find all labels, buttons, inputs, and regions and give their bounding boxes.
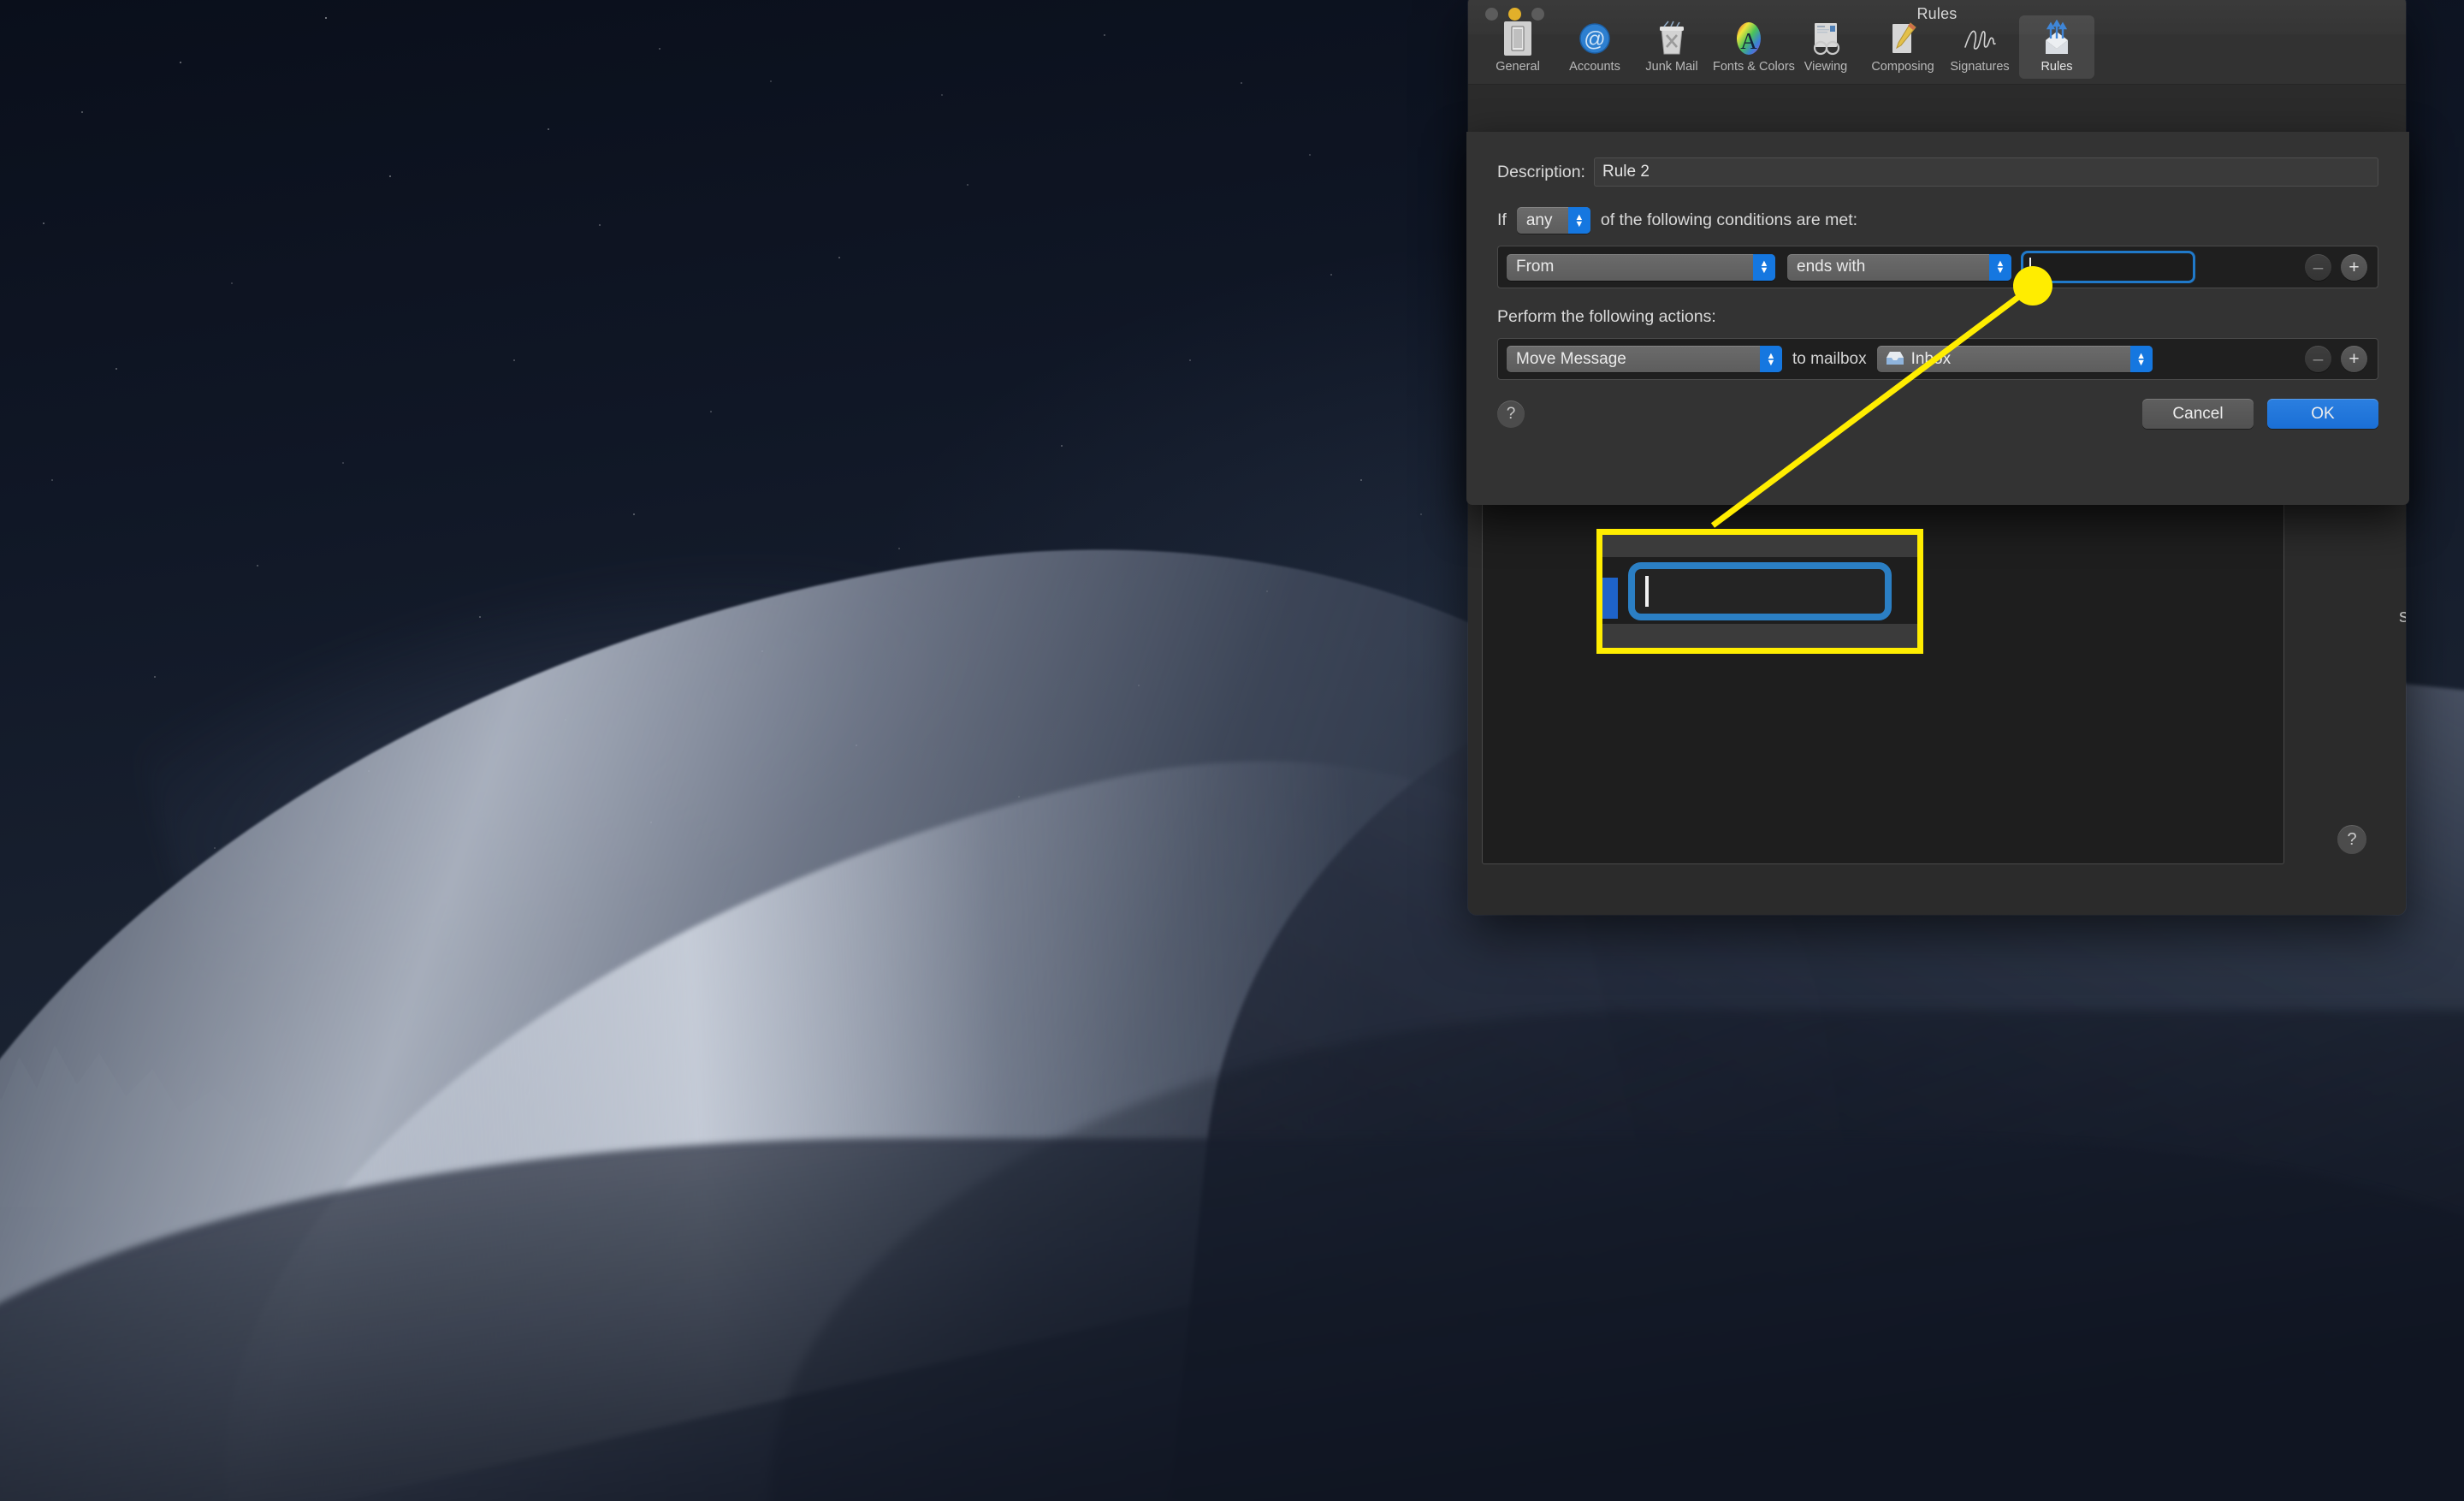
- chevron-updown-icon: ▲ ▼: [2129, 346, 2153, 372]
- add-action-button[interactable]: +: [2341, 346, 2367, 372]
- toolbar-item-rules[interactable]: Rules: [2019, 15, 2094, 79]
- action-type-value: Move Message: [1516, 349, 1626, 368]
- description-row: Description: Rule 2: [1497, 157, 2378, 187]
- to-mailbox-label: to mailbox: [1792, 349, 1867, 368]
- toolbar-label: Composing: [1871, 60, 1934, 74]
- toolbar-label: Fonts & Colors: [1713, 60, 1795, 74]
- remove-action-button[interactable]: –: [2305, 346, 2331, 372]
- inbox-tray-icon: [1885, 350, 1905, 367]
- toolbar-label: Junk Mail: [1645, 60, 1698, 74]
- callout-strip-top: [1602, 535, 1917, 557]
- condition-row-buttons: – +: [2305, 253, 2369, 281]
- toolbar-label: Signatures: [1950, 60, 2010, 74]
- condition-field-value: From: [1516, 258, 1555, 276]
- toolbar-label: General: [1496, 60, 1540, 74]
- edge-partial-glyph: s: [2399, 605, 2406, 626]
- sheet-button-row: ? Cancel OK: [1497, 399, 2378, 429]
- general-icon: [1482, 19, 1554, 58]
- condition-operator-value: ends with: [1797, 258, 1866, 276]
- chevron-updown-icon: ▲ ▼: [1567, 207, 1590, 234]
- toolbar-label: Rules: [2040, 60, 2073, 74]
- condition-text-input[interactable]: [2023, 253, 2193, 281]
- if-scope-popup[interactable]: any ▲ ▼: [1516, 207, 1590, 234]
- if-label: If: [1497, 211, 1507, 229]
- callout-magnifier: [1596, 529, 1923, 654]
- sheet-action-buttons: Cancel OK: [2142, 399, 2378, 429]
- action-row-buttons: – +: [2305, 346, 2369, 372]
- callout-adjacent-chevron: [1602, 578, 1618, 619]
- mailbox-value: Inbox: [1910, 349, 1952, 368]
- help-button[interactable]: ?: [2337, 825, 2366, 854]
- conditions-label: of the following conditions are met:: [1600, 211, 1858, 229]
- remove-condition-button[interactable]: –: [2305, 253, 2331, 281]
- toolbar-item-junk-mail[interactable]: Junk Mail: [1634, 15, 1709, 79]
- preferences-toolbar: General @ Accounts Junk Mail A Fonts & C…: [1468, 15, 2406, 84]
- text-caret: [2029, 258, 2031, 276]
- toolbar-item-accounts[interactable]: @ Accounts: [1557, 15, 1632, 79]
- color-wheel-icon: A: [1713, 19, 1785, 58]
- toolbar-item-viewing[interactable]: Viewing: [1788, 15, 1863, 79]
- condition-field-popup[interactable]: From ▲ ▼: [1507, 253, 1775, 281]
- actions-label: Perform the following actions:: [1497, 307, 1716, 326]
- callout-strip-bottom: [1602, 624, 1917, 648]
- callout-text-field[interactable]: [1635, 569, 1885, 614]
- chevron-updown-icon: ▲ ▼: [1989, 253, 2011, 281]
- actions-container: Move Message ▲ ▼ to mailbox Inbox ▲ ▼ – +: [1497, 338, 2378, 380]
- add-condition-button[interactable]: +: [2341, 253, 2367, 281]
- cancel-button[interactable]: Cancel: [2142, 399, 2254, 429]
- toolbar-item-composing[interactable]: Composing: [1865, 15, 1940, 79]
- chevron-updown-icon: ▲ ▼: [1753, 253, 1775, 281]
- ok-button[interactable]: OK: [2267, 399, 2378, 429]
- rule-edit-sheet: Description: Rule 2 If any ▲ ▼ of the fol…: [1466, 132, 2409, 505]
- callout-text-caret: [1645, 576, 1649, 607]
- toolbar-item-general[interactable]: General: [1480, 15, 1555, 79]
- svg-text:@: @: [1584, 27, 1605, 51]
- pencil-paper-icon: [1867, 19, 1939, 58]
- description-label: Description:: [1497, 162, 1585, 181]
- mailbox-popup[interactable]: Inbox ▲ ▼: [1876, 346, 2153, 372]
- action-type-popup[interactable]: Move Message ▲ ▼: [1507, 346, 1782, 372]
- glasses-icon: [1790, 19, 1862, 58]
- at-sign-icon: @: [1559, 19, 1631, 58]
- toolbar-label: Viewing: [1804, 60, 1848, 74]
- rules-envelope-icon: [2021, 19, 2093, 58]
- description-input[interactable]: Rule 2: [1593, 157, 2378, 187]
- conditions-container: From ▲ ▼ ends with ▲ ▼ – +: [1497, 246, 2378, 288]
- junk-bin-icon: [1636, 19, 1708, 58]
- if-condition-row: If any ▲ ▼ of the following conditions ar…: [1497, 207, 2378, 234]
- stars: [0, 0, 2, 2]
- chevron-updown-icon: ▲ ▼: [1760, 346, 1782, 372]
- condition-operator-popup[interactable]: ends with ▲ ▼: [1787, 253, 2011, 281]
- if-scope-value: any: [1525, 211, 1553, 229]
- sheet-help-button[interactable]: ?: [1497, 400, 1525, 428]
- toolbar-label: Accounts: [1569, 60, 1620, 74]
- toolbar-item-signatures[interactable]: Signatures: [1942, 15, 2017, 79]
- sand-dune-foreground: [0, 1138, 2464, 1501]
- svg-text:A: A: [1740, 28, 1757, 54]
- signature-icon: [1944, 19, 2016, 58]
- toolbar-item-fonts-colors[interactable]: A Fonts & Colors: [1711, 15, 1795, 79]
